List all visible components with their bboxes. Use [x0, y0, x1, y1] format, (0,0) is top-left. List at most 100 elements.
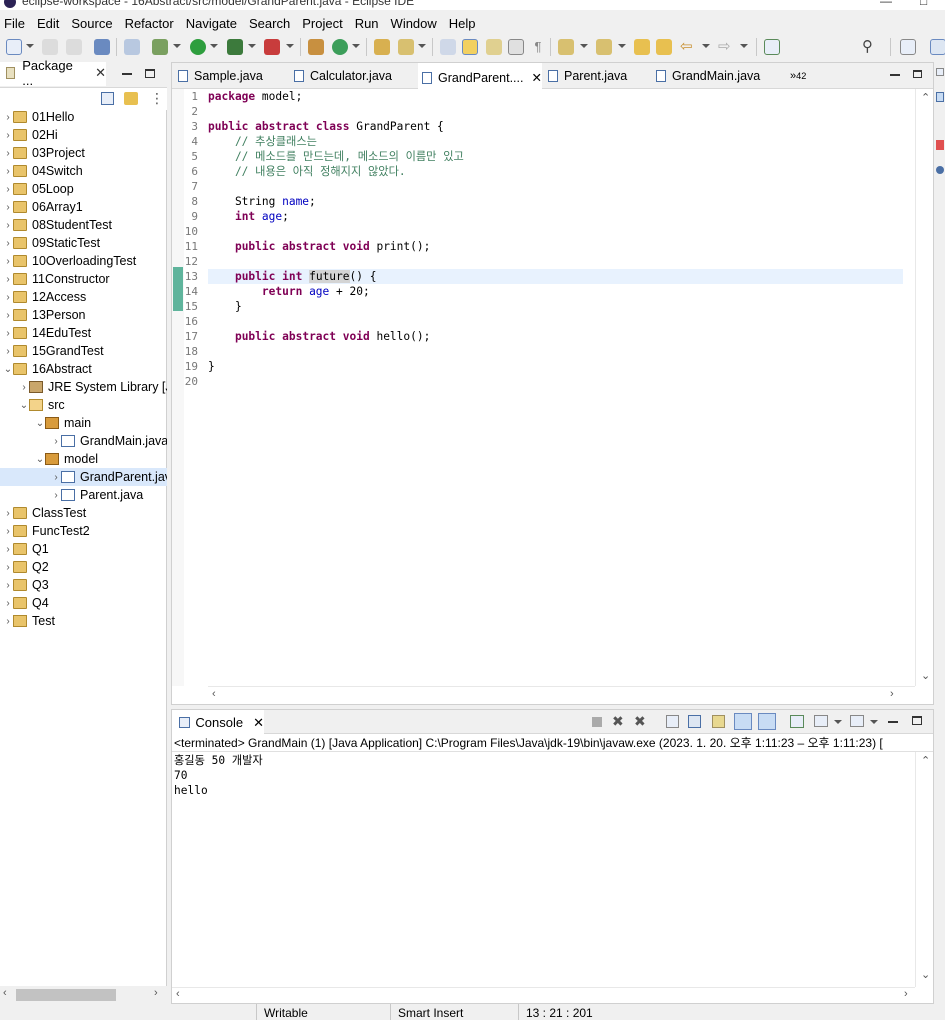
tree-item[interactable]: › ClassTest	[0, 504, 167, 522]
tree-item[interactable]: › 15GrandTest	[0, 342, 167, 360]
tree-item[interactable]: › JRE System Library [J	[0, 378, 167, 396]
back-icon[interactable]: ⇦	[680, 39, 696, 55]
menu-refactor[interactable]: Refactor	[125, 16, 174, 31]
new-icon[interactable]	[6, 39, 22, 55]
open-type-icon[interactable]	[374, 39, 390, 55]
external-tools-dropdown-icon[interactable]	[286, 44, 294, 48]
collapsed-chevron-icon[interactable]: ›	[3, 238, 13, 249]
remove-launch-icon[interactable]: ✖	[612, 713, 624, 730]
link-with-editor-icon[interactable]	[124, 92, 138, 105]
tree-item[interactable]: › GrandParent.java	[0, 468, 167, 486]
editor-horizontal-scrollbar[interactable]: ‹ ›	[208, 686, 915, 704]
previous-annotation-icon[interactable]	[596, 39, 612, 55]
close-icon[interactable]: ✕	[95, 65, 106, 81]
terminate-icon[interactable]	[592, 717, 602, 727]
outline-icon[interactable]	[936, 92, 944, 102]
scroll-down-icon[interactable]: ⌄	[921, 968, 930, 981]
show-on-stderr-icon[interactable]	[758, 713, 776, 730]
tree-item[interactable]: ⌄ 16Abstract	[0, 360, 167, 378]
forward-dropdown-icon[interactable]	[740, 44, 748, 48]
paragraph-icon[interactable]: ¶	[530, 39, 546, 55]
word-wrap-icon[interactable]	[712, 715, 725, 728]
open-console-icon[interactable]	[850, 715, 864, 727]
problems-icon[interactable]	[936, 140, 944, 150]
tree-item[interactable]: › FuncTest2	[0, 522, 167, 540]
search-dropdown-icon[interactable]	[418, 44, 426, 48]
scroll-left-icon[interactable]: ‹	[3, 987, 7, 999]
collapsed-chevron-icon[interactable]: ›	[3, 580, 13, 591]
collapsed-chevron-icon[interactable]: ›	[3, 562, 13, 573]
display-console-icon[interactable]	[814, 715, 828, 727]
scrollbar-thumb[interactable]	[16, 989, 116, 1001]
minimize-editor-icon[interactable]	[890, 74, 900, 76]
tree-item[interactable]: ⌄ main	[0, 414, 167, 432]
collapsed-chevron-icon[interactable]: ›	[3, 616, 13, 627]
tree-item[interactable]: › 11Constructor	[0, 270, 167, 288]
collapsed-chevron-icon[interactable]: ›	[19, 382, 29, 393]
close-tab-icon[interactable]: ✕	[531, 70, 541, 85]
collapsed-chevron-icon[interactable]: ›	[3, 526, 13, 537]
scroll-right-icon[interactable]: ›	[890, 688, 894, 700]
tree-item[interactable]: › 03Project	[0, 144, 167, 162]
next-annotation-icon[interactable]	[558, 39, 574, 55]
tree-item[interactable]: › Q3	[0, 576, 167, 594]
console-output[interactable]: 홍길동 50 개발자 70 hello	[174, 753, 263, 798]
last-edit-icon[interactable]	[634, 39, 650, 55]
tree-item[interactable]: ⌄ model	[0, 450, 167, 468]
tab-sample-java[interactable]: Sample.java	[178, 63, 290, 89]
java-perspective-icon[interactable]	[930, 39, 945, 55]
terminal-icon[interactable]	[94, 39, 110, 55]
previous-annotation-dropdown-icon[interactable]	[618, 44, 626, 48]
tree-item[interactable]: › 08StudentTest	[0, 216, 167, 234]
tree-item[interactable]: › Test	[0, 612, 167, 630]
toggle-block-selection-icon[interactable]	[486, 39, 502, 55]
debug-icon[interactable]	[152, 39, 168, 55]
scroll-down-icon[interactable]: ⌄	[921, 669, 930, 682]
coverage-icon[interactable]	[227, 39, 243, 55]
code-area[interactable]: 1 package model; 2 3 public abstract class…	[185, 89, 903, 686]
tab-parent-java[interactable]: Parent.java	[548, 63, 652, 89]
expanded-chevron-icon[interactable]: ⌄	[35, 418, 45, 429]
debug-dropdown-icon[interactable]	[173, 44, 181, 48]
collapsed-chevron-icon[interactable]: ›	[3, 598, 13, 609]
tree-item[interactable]: › Parent.java	[0, 486, 167, 504]
tree-item[interactable]: › 01Hello	[0, 108, 167, 126]
collapsed-chevron-icon[interactable]: ›	[3, 112, 13, 123]
clear-console-icon[interactable]	[666, 715, 679, 728]
expanded-chevron-icon[interactable]: ⌄	[35, 454, 45, 465]
scroll-right-icon[interactable]: ›	[904, 988, 908, 1000]
collapsed-chevron-icon[interactable]: ›	[3, 346, 13, 357]
maximize-view-icon[interactable]	[145, 69, 155, 78]
collapsed-chevron-icon[interactable]: ›	[3, 202, 13, 213]
collapsed-chevron-icon[interactable]: ›	[3, 544, 13, 555]
console-horizontal-scrollbar[interactable]: ‹ ›	[172, 987, 915, 1003]
save-icon[interactable]	[42, 39, 58, 55]
minimize-view-icon[interactable]	[122, 73, 132, 75]
maximize-button[interactable]: □	[920, 0, 927, 8]
package-explorer-tab[interactable]: Package ... ✕	[0, 58, 106, 88]
scroll-left-icon[interactable]: ‹	[212, 688, 216, 700]
collapsed-chevron-icon[interactable]: ›	[3, 508, 13, 519]
collapsed-chevron-icon[interactable]: ›	[3, 184, 13, 195]
collapsed-chevron-icon[interactable]: ›	[3, 130, 13, 141]
menu-file[interactable]: File	[4, 16, 25, 31]
tree-item[interactable]: › 09StaticTest	[0, 234, 167, 252]
minimize-view-icon[interactable]	[888, 721, 898, 723]
tree-item[interactable]: › 05Loop	[0, 180, 167, 198]
new-java-package-icon[interactable]	[308, 39, 324, 55]
save-all-icon[interactable]	[66, 39, 82, 55]
next-annotation-dropdown-icon[interactable]	[580, 44, 588, 48]
coverage-dropdown-icon[interactable]	[248, 44, 256, 48]
new-dropdown-icon[interactable]	[26, 44, 34, 48]
external-tools-icon[interactable]	[264, 39, 280, 55]
restore-icon[interactable]	[936, 68, 944, 76]
open-perspective-icon[interactable]	[900, 39, 916, 55]
package-explorer-horizontal-scrollbar[interactable]: ‹ ›	[0, 986, 167, 1004]
skip-breakpoints-icon[interactable]	[124, 39, 140, 55]
console-tab[interactable]: Console ✕	[172, 710, 264, 735]
tree-item[interactable]: › 02Hi	[0, 126, 167, 144]
menu-window[interactable]: Window	[391, 16, 437, 31]
minimize-button[interactable]: —	[880, 0, 892, 8]
pin-console-icon[interactable]	[790, 715, 804, 728]
tree-item[interactable]: › Q4	[0, 594, 167, 612]
